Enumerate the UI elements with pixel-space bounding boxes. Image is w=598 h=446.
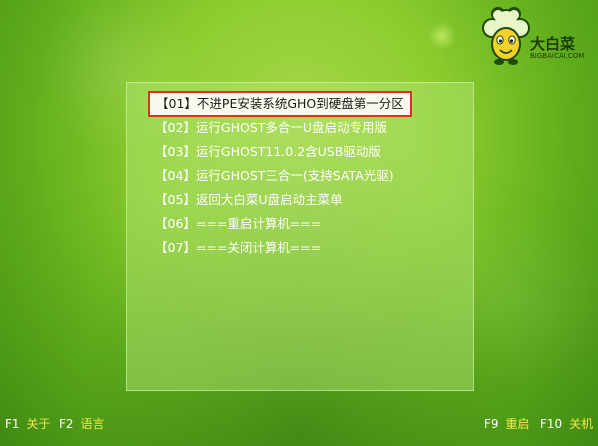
- hotkey-key: F1: [5, 417, 20, 431]
- hotkey-f1-about[interactable]: F1 关于: [5, 416, 51, 432]
- hotkey-label: 重启: [505, 417, 530, 431]
- logo: 大白菜 BIGBAICAI.COM: [478, 6, 596, 68]
- boot-menu-panel: 【01】不进PE安装系统GHO到硬盘第一分区 【02】运行GHOST多合一U盘启…: [126, 82, 474, 391]
- hotkey-f2-language[interactable]: F2 语言: [59, 416, 105, 432]
- hotkey-f10-shutdown[interactable]: F10 关机: [540, 416, 593, 432]
- cabbage-mascot-icon: [482, 7, 530, 65]
- menu-item-04[interactable]: 【04】运行GHOST三合一(支持SATA光驱): [155, 165, 394, 187]
- hotkey-label: 语言: [80, 417, 105, 431]
- menu-item-03[interactable]: 【03】运行GHOST11.0.2含USB驱动版: [155, 141, 381, 163]
- menu-item-05[interactable]: 【05】返回大白菜U盘启动主菜单: [155, 189, 343, 211]
- hotkey-f9-reboot[interactable]: F9 重启: [484, 416, 530, 432]
- menu-item-02[interactable]: 【02】运行GHOST多合一U盘启动专用版: [155, 117, 387, 139]
- hotkey-label: 关机: [569, 417, 594, 431]
- menu-item-01[interactable]: 【01】不进PE安装系统GHO到硬盘第一分区: [148, 91, 412, 117]
- menu-item-06[interactable]: 【06】===重启计算机===: [155, 213, 321, 235]
- logo-title: 大白菜: [530, 35, 576, 53]
- menu-item-07[interactable]: 【07】===关闭计算机===: [155, 237, 321, 259]
- hotkey-key: F10: [540, 417, 563, 431]
- logo-subtitle: BIGBAICAI.COM: [530, 52, 585, 60]
- hotkey-key: F9: [484, 417, 499, 431]
- hotkey-label: 关于: [26, 417, 51, 431]
- hotkey-key: F2: [59, 417, 74, 431]
